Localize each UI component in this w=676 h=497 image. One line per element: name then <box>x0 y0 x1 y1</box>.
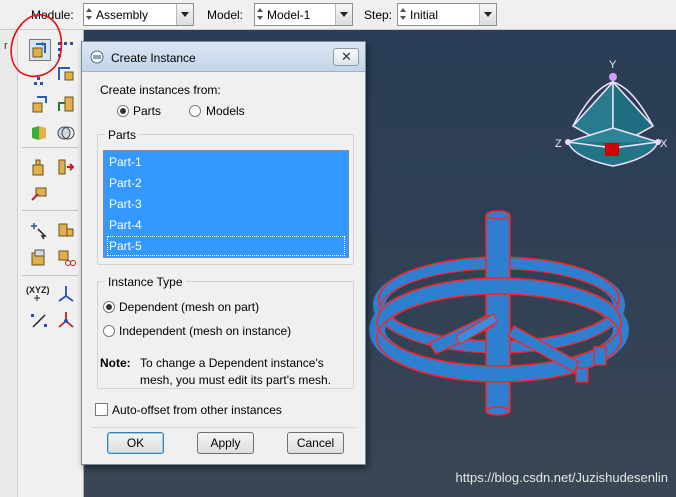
constraint-icon[interactable] <box>56 94 76 114</box>
boolean-icon[interactable] <box>56 123 76 143</box>
dialog-app-icon <box>90 50 104 64</box>
csys-label: (XYZ) <box>26 285 50 295</box>
auto-offset-label[interactable]: Auto-offset from other instances <box>112 403 282 417</box>
datum-point-icon[interactable]: (XYZ) <box>25 283 53 303</box>
module-select[interactable]: Assembly <box>83 3 194 26</box>
models-radio-label[interactable]: Models <box>206 104 245 118</box>
parts-radio[interactable] <box>117 105 129 117</box>
dependent-radio[interactable] <box>103 301 115 313</box>
model-tree-tab[interactable]: r <box>0 30 18 497</box>
model-label: Model: <box>207 8 244 22</box>
assembly-model[interactable] <box>369 210 629 416</box>
annotation-circle <box>10 13 63 78</box>
chevron-down-icon[interactable] <box>335 4 352 25</box>
watermark: https://blog.csdn.net/Juzishudesenlin <box>455 470 668 485</box>
button-separator <box>92 427 355 428</box>
independent-radio-label[interactable]: Independent (mesh on instance) <box>119 324 291 338</box>
cancel-button[interactable]: Cancel <box>287 432 344 454</box>
parts-list[interactable]: Part-1 Part-2 Part-3 Part-4 Part-5 <box>103 150 349 258</box>
dialog-titlebar[interactable]: Create Instance ✕ <box>82 42 365 72</box>
datum-csys-icon[interactable] <box>56 220 76 240</box>
instance-type-title: Instance Type <box>105 275 186 289</box>
auto-offset-checkbox[interactable] <box>95 403 108 416</box>
independent-radio[interactable] <box>103 325 115 337</box>
toolbox-separator <box>22 147 78 148</box>
edge-to-edge-icon[interactable] <box>29 183 49 203</box>
create-instance-dialog: Create Instance ✕ Create instances from:… <box>81 41 366 465</box>
parts-radio-label[interactable]: Parts <box>133 104 161 118</box>
model-value: Model-1 <box>267 8 311 22</box>
ok-button[interactable]: OK <box>107 432 164 454</box>
step-select[interactable]: Initial <box>397 3 497 26</box>
triad-z-label: Z <box>555 138 562 150</box>
face-to-face-icon[interactable] <box>56 157 76 177</box>
translate-to-icon[interactable] <box>29 94 49 114</box>
step-label: Step: <box>364 8 393 22</box>
parts-group-title: Parts <box>105 128 140 142</box>
spin-arrows-icon[interactable] <box>256 5 265 24</box>
list-item[interactable]: Part-4 <box>107 215 345 235</box>
dialog-title: Create Instance <box>111 51 196 65</box>
note-label: Note: <box>100 356 131 370</box>
partition-icon[interactable] <box>56 310 76 330</box>
parallel-face-icon[interactable] <box>29 157 49 177</box>
apply-button[interactable]: Apply <box>197 432 254 454</box>
list-item[interactable]: Part-3 <box>107 194 345 214</box>
module-value: Assembly <box>96 8 149 22</box>
context-bar: Module: Assembly Model: Model-1 Step: In… <box>0 0 676 30</box>
csys-icon[interactable] <box>29 248 49 268</box>
step-value: Initial <box>410 8 439 22</box>
datum-axis-icon[interactable] <box>56 283 76 303</box>
spin-arrows-icon[interactable] <box>399 5 408 24</box>
list-item[interactable]: Part-1 <box>107 152 345 172</box>
toolbox: r (XYZ) <box>0 30 84 497</box>
datum-plane-icon[interactable] <box>29 310 49 330</box>
models-radio[interactable] <box>189 105 201 117</box>
triad-x-label: X <box>660 138 668 150</box>
spin-arrows-icon[interactable] <box>85 5 94 24</box>
view-triad-icon <box>565 73 661 167</box>
dependent-radio-label[interactable]: Dependent (mesh on part) <box>119 300 259 314</box>
list-item[interactable]: Part-5 <box>107 236 345 256</box>
create-from-label: Create instances from: <box>100 83 221 97</box>
triad-y-label: Y <box>609 59 617 71</box>
query-icon[interactable] <box>56 248 76 268</box>
merge-cut-icon[interactable] <box>29 123 49 143</box>
toolbox-separator <box>22 275 78 276</box>
chevron-down-icon[interactable] <box>479 4 496 25</box>
toolbox-separator <box>22 210 78 211</box>
model-select[interactable]: Model-1 <box>254 3 353 26</box>
close-icon: ✕ <box>341 49 352 64</box>
note-block: Note: To change a Dependent instance's m… <box>100 355 352 387</box>
coaxial-icon[interactable] <box>29 220 49 240</box>
close-button[interactable]: ✕ <box>333 48 359 66</box>
note-text: To change a Dependent instance's mesh, y… <box>140 356 332 387</box>
chevron-down-icon[interactable] <box>176 4 193 25</box>
list-item[interactable]: Part-2 <box>107 173 345 193</box>
